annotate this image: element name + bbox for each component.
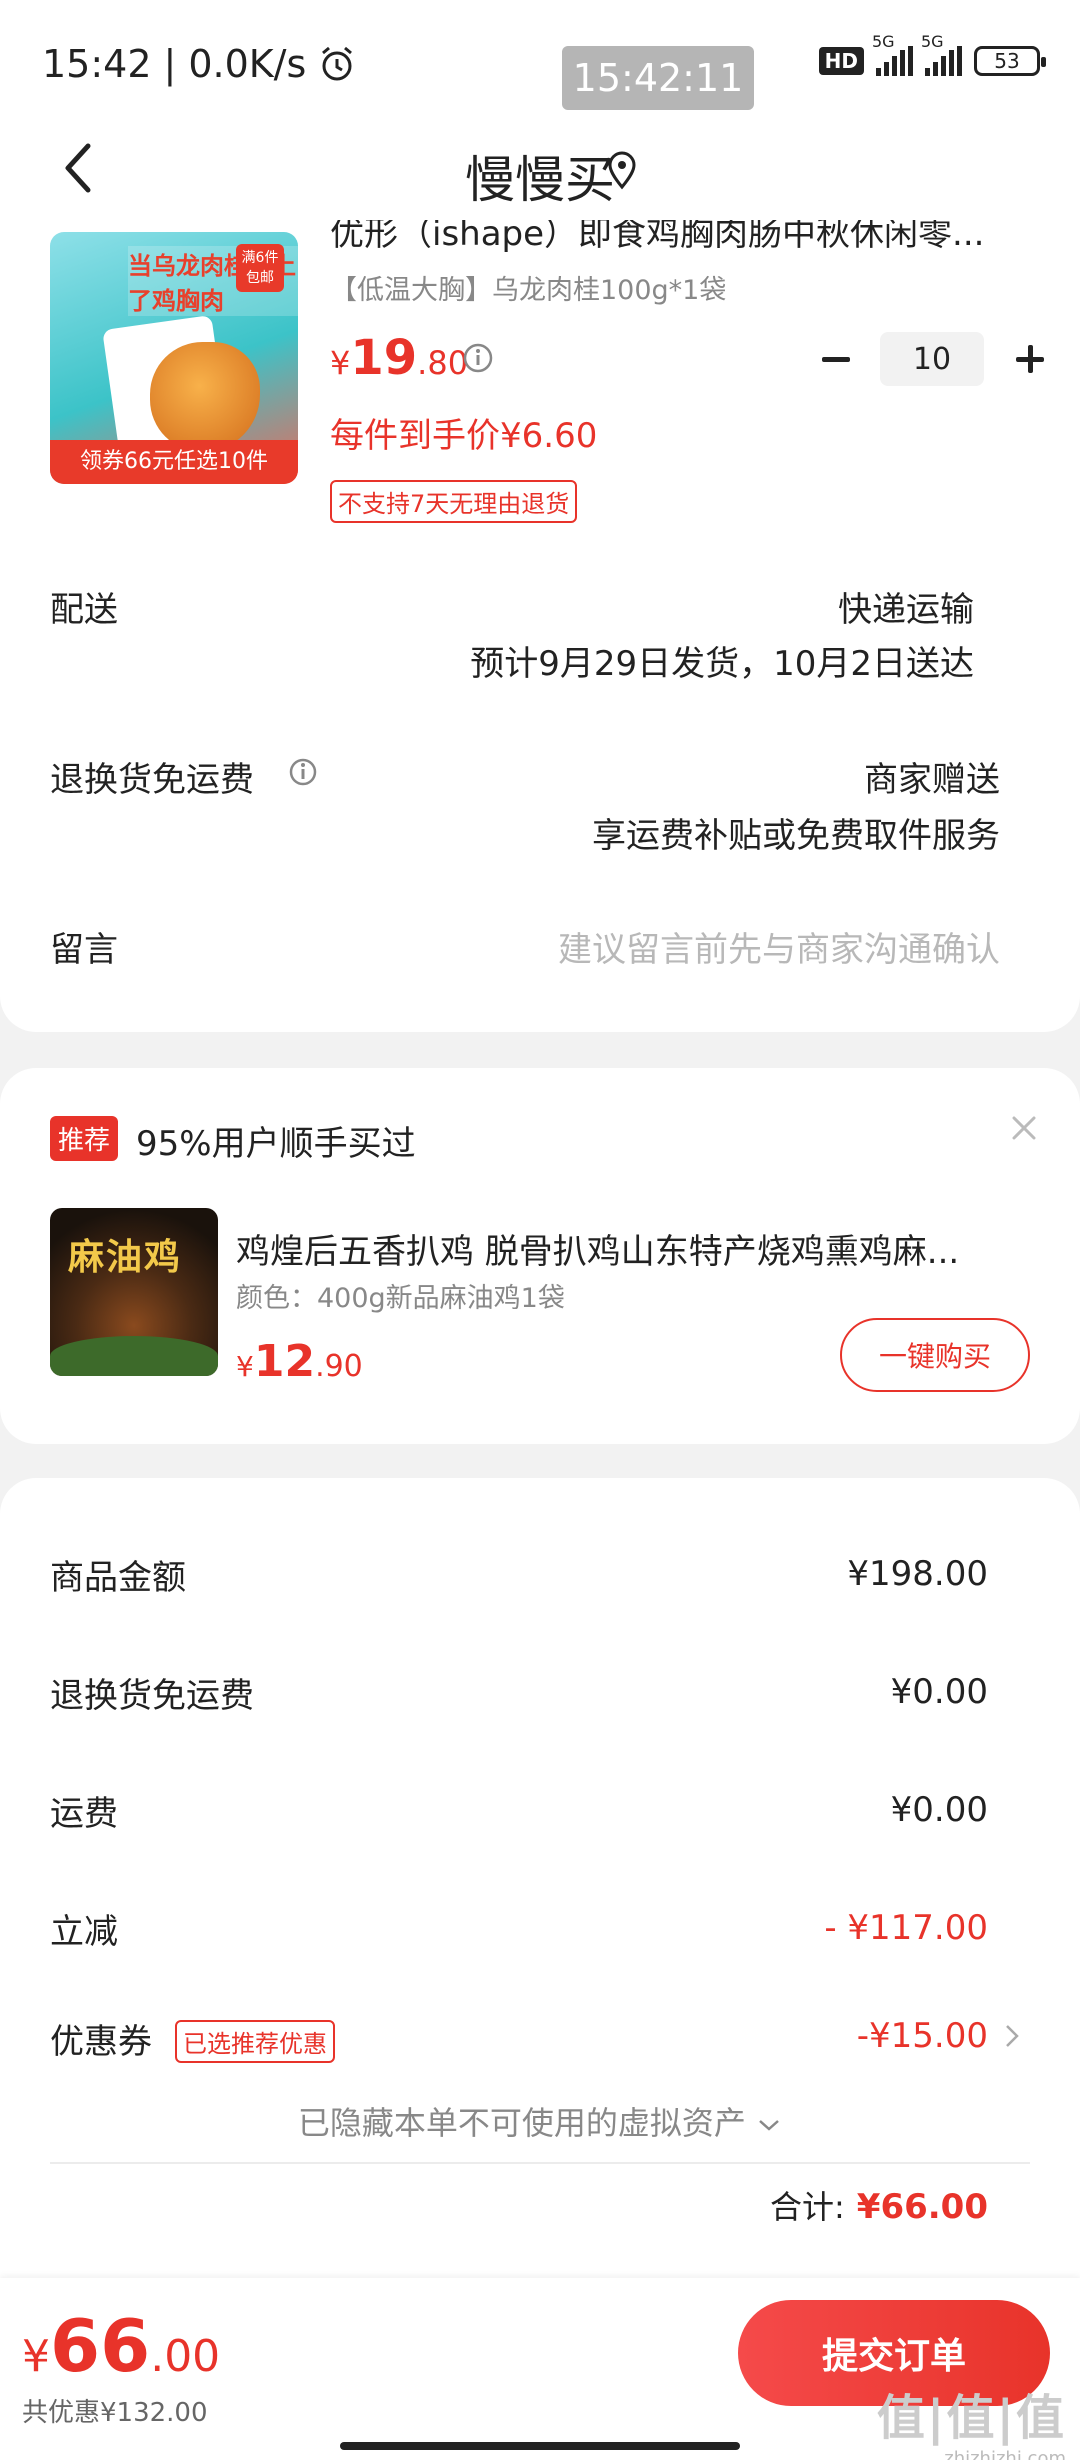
info-icon[interactable] <box>462 342 494 374</box>
recommend-tag: 推荐 <box>50 1116 119 1161</box>
total-value: ¥66.00 <box>856 2187 988 2227</box>
message-label: 留言 <box>50 930 118 970</box>
info-icon[interactable] <box>288 757 318 787</box>
quantity-stepper: 10 <box>810 332 1054 386</box>
goods-amount-value: ¥198.00 <box>847 1554 988 1594</box>
payable-price: ¥ 66 .00 <box>22 2304 221 2388</box>
delivery-label: 配送 <box>50 590 118 630</box>
status-bar: 15:42 | 0.0K/s 15:42:11 HD 5G 5G 53 <box>0 0 1080 130</box>
discount-value: - ¥117.00 <box>824 1908 988 1948</box>
discount-label: 立减 <box>50 1912 118 1952</box>
close-icon[interactable] <box>1008 1112 1040 1144</box>
home-indicator[interactable] <box>340 2442 740 2450</box>
recommend-title: 95%用户顺手买过 <box>136 1124 416 1164</box>
increase-button[interactable] <box>1004 334 1054 384</box>
total-label: 合计: <box>770 2188 845 2226</box>
coupon-tag: 已选推荐优惠 <box>175 2020 335 2063</box>
recommend-spec: 颜色：400g新品麻油鸡1袋 <box>236 1283 565 1314</box>
return-shipping-value: 商家赠送 <box>864 760 1000 800</box>
screen-record-time: 15:42:11 <box>562 46 754 110</box>
recommend-price: ¥ 12 .90 <box>236 1336 363 1387</box>
product-spec: 【低温大胸】乌龙肉桂100g*1袋 <box>330 275 727 306</box>
page-title: 慢慢买 <box>465 151 615 209</box>
watermark: 值|值|值 zhizhizhi.com <box>876 2390 1066 2460</box>
total-saved: 共优惠¥132.00 <box>22 2398 208 2428</box>
recommend-name[interactable]: 鸡煌后五香扒鸡 脱骨扒鸡山东特产烧鸡熏鸡麻... <box>236 1224 1016 1273</box>
net-speed: 0.0K/s <box>188 42 307 86</box>
location-pin-icon[interactable] <box>605 150 639 190</box>
total-row: 合计: ¥66.00 <box>770 2182 988 2228</box>
alarm-icon <box>322 46 353 81</box>
recommend-image-text: 麻油鸡 <box>68 1237 183 1278</box>
goods-amount-label: 商品金额 <box>50 1558 186 1598</box>
unit-price: 每件到手价¥6.60 <box>330 416 598 456</box>
shipping-label: 运费 <box>50 1794 118 1834</box>
battery-icon: 53 <box>974 46 1046 76</box>
return-fee-value: ¥0.00 <box>890 1672 988 1712</box>
decrease-button[interactable] <box>810 334 860 384</box>
product-name[interactable]: 优形（ishape）即食鸡胸肉肠中秋休闲零... <box>330 220 1030 260</box>
status-time: 15:42 <box>42 42 152 86</box>
product-price: ¥ 19 .80 <box>330 330 469 386</box>
return-shipping-desc: 享运费补贴或免费取件服务 <box>592 816 1000 856</box>
checkout-bar: ¥ 66 .00 共优惠¥132.00 提交订单 值|值|值 zhizhizhi… <box>0 2278 1080 2460</box>
status-left: 15:42 | 0.0K/s <box>42 42 356 86</box>
chevron-right-icon[interactable] <box>1000 2020 1024 2052</box>
hidden-assets-toggle[interactable]: 已隐藏本单不可使用的虚拟资产 <box>0 2098 1080 2144</box>
return-fee-label: 退换货免运费 <box>50 1676 254 1716</box>
shipping-value: ¥0.00 <box>890 1790 988 1830</box>
chevron-down-icon <box>759 2120 779 2131</box>
coupon-value[interactable]: -¥15.00 <box>857 2016 988 2056</box>
hd-icon: HD <box>818 47 864 75</box>
return-shipping-label: 退换货免运费 <box>50 760 254 800</box>
nav-header: 慢慢买 <box>0 120 1080 220</box>
product-image-strip: 领券66元任选10件 <box>50 440 298 484</box>
hidden-assets-text: 已隐藏本单不可使用的虚拟资产 <box>297 2104 746 2142</box>
status-right: HD 5G 5G 53 <box>818 32 1046 76</box>
signal-icon: 5G <box>872 32 913 76</box>
signal-icon-2: 5G <box>921 32 962 76</box>
message-input[interactable]: 建议留言前先与商家沟通确认 <box>558 922 1000 971</box>
quick-buy-button[interactable]: 一键购买 <box>840 1318 1030 1392</box>
quantity-input[interactable]: 10 <box>880 332 984 386</box>
recommend-image[interactable]: 麻油鸡 <box>50 1208 218 1376</box>
recommend-card: 推荐 95%用户顺手买过 麻油鸡 鸡煌后五香扒鸡 脱骨扒鸡山东特产烧鸡熏鸡麻..… <box>0 1068 1080 1444</box>
price-summary-card: 商品金额 ¥198.00 退换货免运费 ¥0.00 运费 ¥0.00 立减 - … <box>0 1478 1080 2278</box>
no-return-badge: 不支持7天无理由退货 <box>330 480 578 523</box>
divider <box>50 2162 1030 2164</box>
product-image-badge: 满6件包邮 <box>236 244 284 292</box>
delivery-eta: 预计9月29日发货，10月2日送达 <box>470 644 974 684</box>
coupon-label[interactable]: 优惠券 <box>50 2014 152 2063</box>
product-image[interactable]: 当乌龙肉桂遇上了鸡胸肉 满6件包邮 领券66元任选10件 <box>50 232 298 484</box>
delivery-method[interactable]: 快递运输 <box>838 582 974 631</box>
order-product-card: 当乌龙肉桂遇上了鸡胸肉 满6件包邮 领券66元任选10件 优形（ishape）即… <box>0 220 1080 1032</box>
